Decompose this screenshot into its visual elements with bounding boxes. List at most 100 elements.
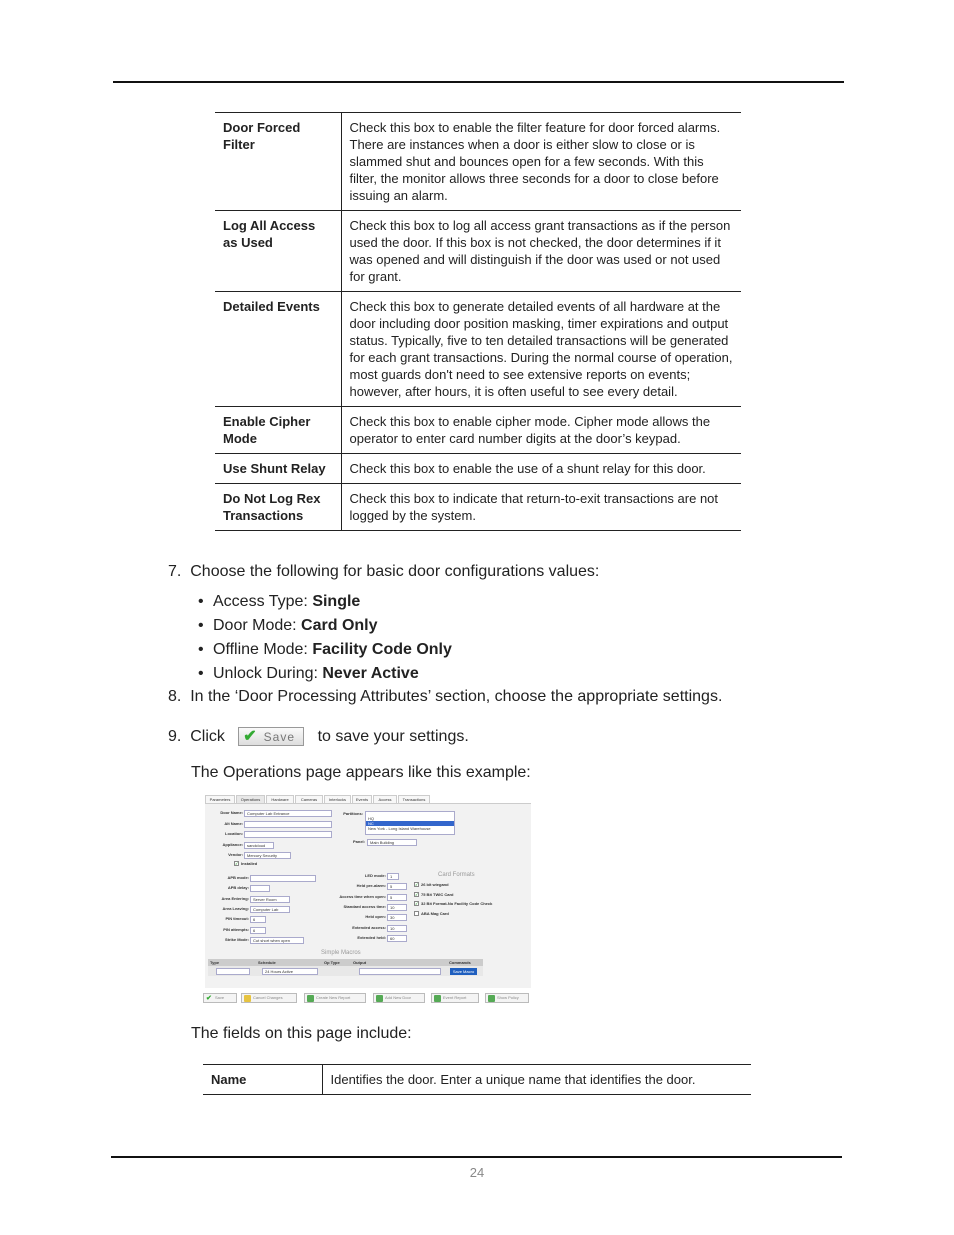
- bullet-icon: •: [198, 641, 204, 658]
- action-button[interactable]: Add New Door: [373, 993, 425, 1003]
- card-format-checkbox[interactable]: ✓ 26 bit wiegand: [414, 882, 449, 888]
- bullet-value: Never Active: [322, 665, 419, 682]
- field-input[interactable]: Cut short when open: [250, 936, 304, 944]
- installed-checkbox[interactable]: ✓ Installed: [234, 861, 257, 867]
- field-label: LED mode:: [364, 873, 386, 878]
- field-description: Identifies the door. Enter a unique name…: [322, 1064, 751, 1095]
- step-text: Click: [190, 728, 225, 745]
- field-label: Vendor:: [228, 852, 243, 857]
- step-9: 9. Click ✔ Save to save your settings.: [168, 727, 469, 747]
- step-number: 7.: [168, 563, 182, 580]
- field-label: APB delay:: [227, 885, 249, 891]
- action-button[interactable]: Event Report: [431, 993, 479, 1003]
- field-input[interactable]: 5: [387, 893, 407, 901]
- option-name: Door Forced Filter: [215, 112, 342, 211]
- save-macro-button[interactable]: Save Macro: [450, 968, 477, 975]
- macro-header: Schedule: [258, 960, 276, 965]
- field-input[interactable]: [250, 875, 316, 882]
- fields-caption: The fields on this page include:: [191, 1025, 412, 1042]
- bullet-value: Facility Code Only: [312, 641, 452, 658]
- footer-rule: [111, 1156, 842, 1158]
- field-label: Extended held:: [357, 934, 386, 940]
- bullet-icon: •: [198, 593, 204, 610]
- action-button[interactable]: ✔ Save: [203, 993, 237, 1003]
- action-button[interactable]: Create New Report: [304, 993, 366, 1003]
- macro-header-row: [208, 959, 483, 966]
- field-input[interactable]: Main Building: [367, 839, 417, 846]
- tab[interactable]: Events: [352, 795, 372, 803]
- simple-macros-title: Simple Macros: [321, 950, 361, 956]
- field-input[interactable]: Computer Lab: [250, 905, 290, 913]
- step-text: Choose the following for basic door conf…: [190, 563, 600, 580]
- option-name: Do Not Log Rex Transactions: [215, 483, 342, 531]
- operations-page-screenshot: Parameters Operations Hardware Cameras Inter…: [203, 795, 531, 1007]
- macro-header: Output: [353, 960, 367, 965]
- bullet-label: Door Mode:: [213, 617, 302, 634]
- field-label: Appliance:: [222, 842, 243, 847]
- bullet-icon: •: [198, 617, 204, 634]
- action-button[interactable]: Show Policy: [485, 993, 529, 1003]
- option-description: Check this box to enable cipher mode. Ci…: [341, 406, 741, 454]
- field-input[interactable]: 6: [250, 926, 266, 934]
- field-input[interactable]: [244, 831, 332, 838]
- option-name: Use Shunt Relay: [215, 453, 342, 484]
- tab[interactable]: Cameras: [295, 795, 323, 803]
- field-label: Panel:: [352, 839, 365, 844]
- field-label: Alt Name:: [224, 821, 243, 826]
- field-input[interactable]: sandcloud: [244, 842, 274, 849]
- button-icon: [307, 995, 314, 1002]
- page-number: 24: [469, 1165, 485, 1180]
- table-row: Log All Access as Used Check this box to …: [215, 210, 741, 292]
- step-text: In the ‘Door Processing Attributes’ sect…: [190, 688, 723, 705]
- tab[interactable]: Transactions: [398, 795, 430, 803]
- partition-option[interactable]: New York - Long Island Warehouse: [366, 826, 454, 831]
- step-8: 8. In the ‘Door Processing Attributes’ s…: [168, 687, 722, 707]
- field-input[interactable]: Server Room: [250, 895, 290, 903]
- button-icon: ✔: [206, 995, 212, 1002]
- field-input[interactable]: 1: [387, 873, 399, 880]
- field-label: Extended access:: [352, 924, 386, 930]
- field-input[interactable]: 24 Hours Active: [262, 968, 318, 975]
- tab[interactable]: Interlocks: [324, 795, 351, 803]
- field-input[interactable]: [244, 821, 332, 828]
- tab[interactable]: Access: [373, 795, 397, 803]
- bullet-value: Single: [312, 593, 361, 610]
- field-input[interactable]: Mercury Security: [244, 852, 291, 859]
- field-label: Standard access time:: [343, 903, 386, 909]
- option-description: Check this box to indicate that return-t…: [341, 483, 741, 531]
- partitions-list[interactable]: HQ NC New York - Long Island Warehouse: [365, 811, 455, 835]
- macro-header: Op Type: [324, 960, 340, 965]
- field-input[interactable]: [359, 968, 441, 975]
- tab[interactable]: Parameters: [205, 795, 235, 803]
- card-formats-title: Card Formats: [438, 872, 475, 878]
- field-input[interactable]: 6: [250, 916, 266, 924]
- action-button[interactable]: Cancel Changes: [241, 993, 297, 1003]
- field-input[interactable]: 10: [387, 903, 407, 911]
- step-number: 9.: [168, 728, 182, 745]
- tab[interactable]: Hardware: [266, 795, 294, 803]
- bullet-item: • Door Mode: Card Only: [198, 617, 378, 635]
- card-format-checkbox[interactable]: ✓ 75 Bit TWIC Card: [414, 892, 453, 898]
- field-input[interactable]: [216, 968, 250, 975]
- field-label: Partitions:: [343, 811, 363, 816]
- macro-header: Type: [210, 960, 220, 965]
- table-row: Enable Cipher Mode Check this box to enab…: [215, 406, 741, 454]
- bullet-icon: •: [198, 665, 204, 682]
- field-input[interactable]: 30: [387, 914, 407, 922]
- field-input[interactable]: [250, 885, 270, 893]
- field-label: Strike Mode:: [224, 936, 249, 942]
- field-input[interactable]: 60: [387, 934, 407, 942]
- table-row: Use Shunt Relay Check this box to enable …: [215, 453, 741, 484]
- table-row: Door Forced Filter Check this box to enab…: [215, 112, 741, 211]
- field-input[interactable]: 5: [387, 883, 407, 891]
- field-input[interactable]: Computer Lab Entrance: [244, 810, 332, 817]
- card-format-checkbox[interactable]: ABA Mag Card: [414, 911, 449, 917]
- button-icon: [488, 995, 495, 1002]
- example-caption: The Operations page appears like this ex…: [191, 764, 531, 781]
- field-label: APB mode:: [227, 875, 249, 880]
- table-row: Do Not Log Rex Transactions Check this bo…: [215, 483, 741, 531]
- tab[interactable]: Operations: [236, 795, 265, 803]
- card-format-checkbox[interactable]: ✓ 32 Bit Format-No Facility Code Check: [414, 901, 492, 907]
- fields-table: Name Identifies the door. Enter a unique …: [203, 1064, 751, 1095]
- field-input[interactable]: 10: [387, 924, 407, 932]
